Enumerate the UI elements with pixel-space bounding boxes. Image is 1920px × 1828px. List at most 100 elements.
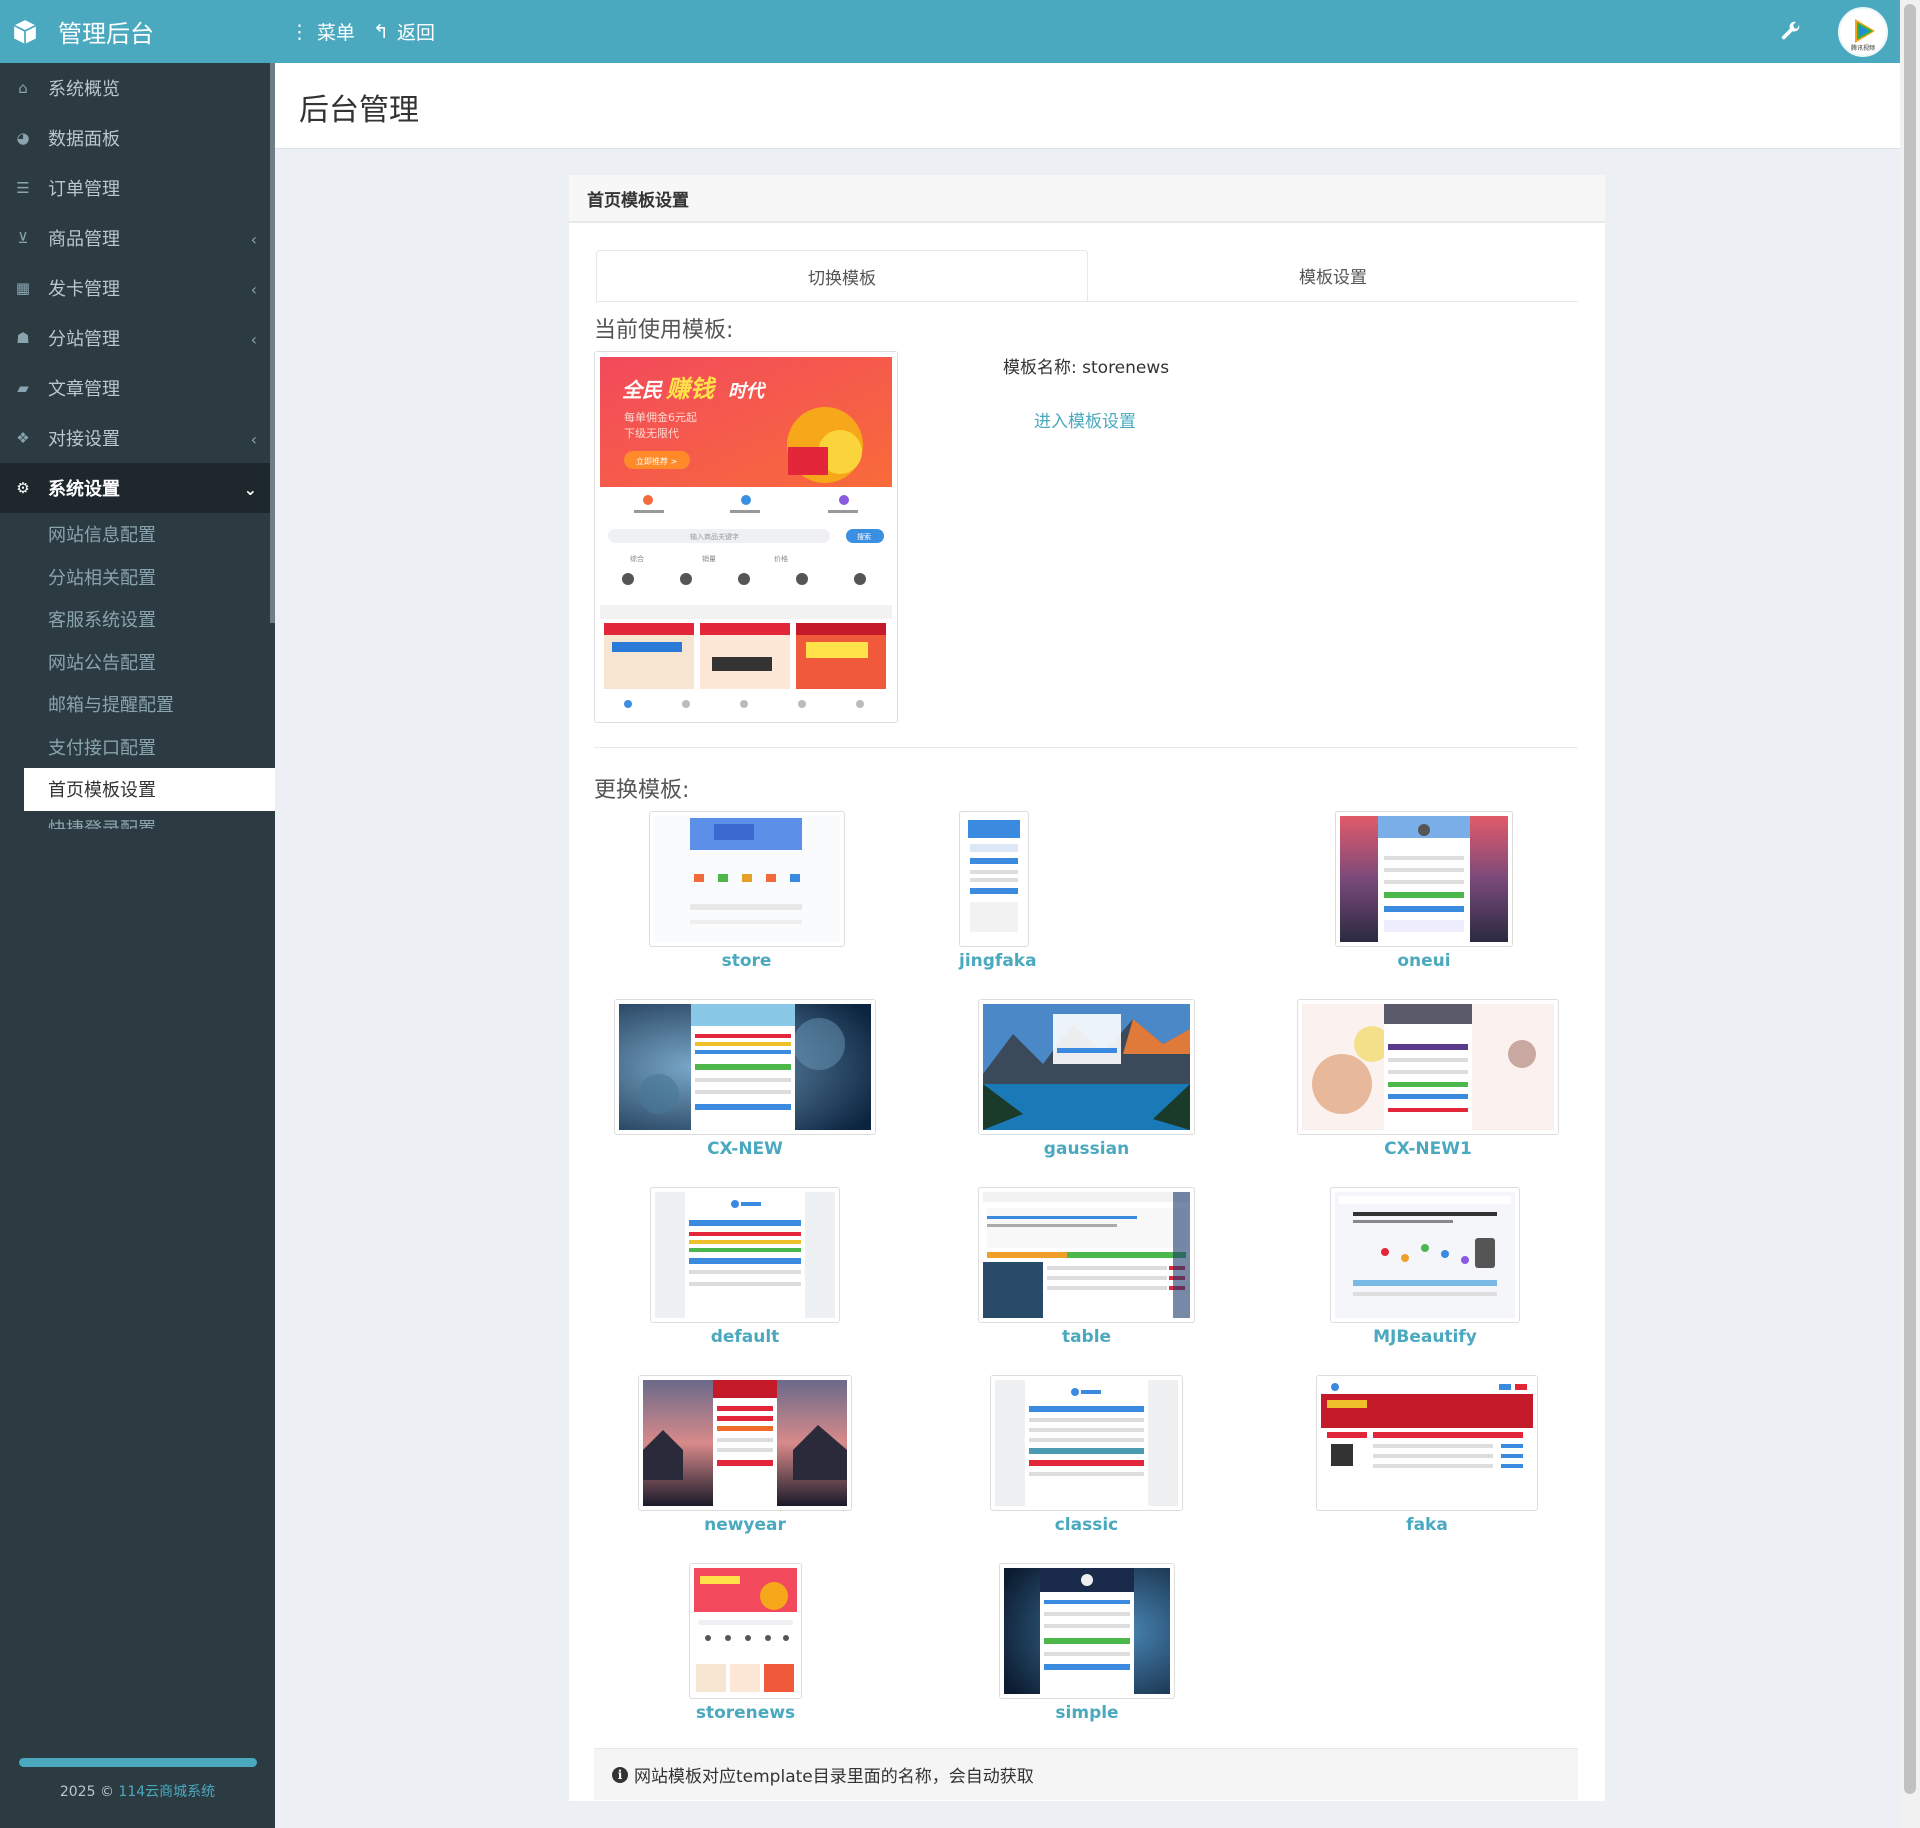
footer-link[interactable]: 114云商城系统: [118, 1784, 215, 1800]
svg-text:每单佣金6元起: 每单佣金6元起: [624, 410, 697, 424]
page-scrollbar[interactable]: [1900, 0, 1920, 1828]
svg-text:立即推荐 >: 立即推荐 >: [636, 456, 677, 466]
chevron-down-icon: ⌄: [243, 480, 257, 499]
back-button[interactable]: ↰ 返回: [373, 18, 435, 45]
template-card-faka[interactable]: faka: [1316, 1375, 1538, 1535]
sidebar-item-integration[interactable]: ❖ 对接设置 ‹: [0, 413, 275, 463]
template-name: table: [1061, 1327, 1112, 1347]
template-card-default[interactable]: default: [650, 1187, 840, 1347]
chevron-left-icon: ‹: [250, 230, 257, 249]
template-name-value: storenews: [1082, 358, 1170, 378]
sidebar-subitem-support[interactable]: 客服系统设置: [24, 598, 275, 641]
template-name: oneui: [1397, 951, 1451, 971]
dashboard-icon: ◕: [16, 129, 30, 147]
sidebar-subitem-announcement[interactable]: 网站公告配置: [24, 640, 275, 683]
enter-template-settings-link[interactable]: 进入模板设置: [1034, 407, 1136, 432]
sidebar-subitem-homepage-template[interactable]: 首页模板设置: [24, 768, 275, 811]
top-navbar: 管理后台 ⋮ 菜单 ↰ 返回 腾讯视频: [0, 0, 1900, 63]
sidebar-item-dashboard[interactable]: ◕ 数据面板: [0, 113, 275, 163]
content-header: 后台管理: [275, 63, 1900, 149]
user-avatar[interactable]: 腾讯视频: [1838, 6, 1888, 57]
sidebar-item-label: 分站管理: [48, 329, 120, 350]
sidebar-item-label: 系统设置: [48, 479, 120, 500]
template-card-jingfaka[interactable]: jingfaka: [959, 811, 1037, 971]
template-card-table[interactable]: table: [978, 1187, 1195, 1347]
template-name: default: [710, 1327, 780, 1347]
sidebar-item-label: 数据面板: [48, 129, 120, 150]
sidebar-footer: 2025 © 114云商城系统: [0, 1758, 275, 1828]
template-name: MJBeautify: [1373, 1327, 1477, 1347]
sidebar-item-orders[interactable]: ☰ 订单管理: [0, 163, 275, 213]
template-name: simple: [1055, 1703, 1119, 1723]
sidebar-subitem-payment[interactable]: 支付接口配置: [24, 725, 275, 768]
template-name: storenews: [695, 1703, 796, 1723]
sidebar-item-cards[interactable]: ▦ 发卡管理 ‹: [0, 263, 275, 313]
sidebar-subitem-site-info[interactable]: 网站信息配置: [24, 513, 275, 556]
template-card-cx-new[interactable]: CX-NEW: [614, 999, 876, 1159]
template-thumbnail: [648, 811, 845, 947]
page-title: 后台管理: [299, 93, 419, 128]
svg-text:下级无限代: 下级无限代: [624, 427, 679, 440]
change-template-title: 更换模板:: [594, 778, 690, 803]
sidebar-item-label: 商品管理: [48, 229, 120, 250]
sidebar-item-products[interactable]: ⊻ 商品管理 ‹: [0, 213, 275, 263]
sidebar-item-label: 订单管理: [48, 179, 120, 200]
template-card-newyear[interactable]: newyear: [638, 1375, 852, 1535]
svg-text:销量: 销量: [702, 554, 716, 563]
template-card-simple[interactable]: simple: [999, 1563, 1175, 1723]
sidebar-subitem-quick-login[interactable]: 快捷登录配置: [24, 810, 275, 829]
vertical-dots-icon: ⋮: [290, 20, 309, 43]
brand[interactable]: 管理后台: [0, 0, 275, 63]
template-name: CX-NEW1: [1384, 1139, 1472, 1159]
grid-icon: ▦: [15, 279, 31, 297]
template-card-classic[interactable]: classic: [990, 1375, 1183, 1535]
current-template-preview[interactable]: 全民 赚钱 时代 每单佣金6元起 下级无限代 立即推荐 > 输入商品关键字 搜索…: [594, 351, 898, 723]
template-thumbnail: [614, 999, 876, 1135]
template-thumbnail: [1316, 1375, 1538, 1511]
svg-text:全民: 全民: [622, 378, 663, 402]
svg-text:赚钱: 赚钱: [665, 375, 717, 403]
svg-text:腾讯视频: 腾讯视频: [1851, 44, 1875, 52]
template-name: faka: [1406, 1515, 1448, 1535]
template-name: newyear: [704, 1515, 786, 1535]
tab-template-settings[interactable]: 模板设置: [1088, 250, 1578, 301]
sidebar-item-substations[interactable]: ☗ 分站管理 ‹: [0, 313, 275, 363]
template-card-mjbeautify[interactable]: MJBeautify: [1330, 1187, 1520, 1347]
sidebar-item-overview[interactable]: ⌂ 系统概览: [0, 63, 275, 113]
template-thumbnail: [978, 999, 1195, 1135]
tab-switch-template[interactable]: 切换模板: [596, 250, 1088, 301]
template-tip: i 网站模板对应template目录里面的名称，会自动获取: [594, 1748, 1578, 1800]
template-card-gaussian[interactable]: gaussian: [978, 999, 1195, 1159]
template-card-cx-new1[interactable]: CX-NEW1: [1297, 999, 1559, 1159]
template-thumbnail: [1330, 1187, 1520, 1323]
divider: [594, 747, 1578, 748]
template-card-storenews[interactable]: storenews: [689, 1563, 802, 1723]
sidebar-subitem-email[interactable]: 邮箱与提醒配置: [24, 683, 275, 726]
template-name-info: 模板名称: storenews: [1003, 353, 1169, 378]
sidebar-item-label: 系统概览: [48, 79, 120, 100]
current-template-title: 当前使用模板:: [594, 318, 734, 343]
menu-toggle-button[interactable]: ⋮ 菜单: [290, 18, 355, 45]
template-thumbnail: [689, 1563, 802, 1699]
reply-arrow-icon: ↰: [373, 20, 389, 43]
template-card-store[interactable]: store: [648, 811, 845, 971]
sidebar-subitem-substation-config[interactable]: 分站相关配置: [24, 555, 275, 598]
template-thumbnail: [1297, 999, 1559, 1135]
template-thumbnail: [959, 811, 1029, 947]
sitemap-icon: ☗: [16, 329, 30, 347]
panel-title: 首页模板设置: [569, 175, 1605, 223]
info-icon: i: [612, 1766, 628, 1783]
cubes-icon: ❖: [16, 429, 30, 447]
svg-text:价格: 价格: [774, 554, 788, 563]
play-logo-icon: 腾讯视频: [1844, 12, 1882, 52]
gear-icon: ⚙: [16, 479, 30, 497]
page-scrollbar-thumb[interactable]: [1904, 4, 1916, 1794]
cart-icon: ⊻: [17, 229, 29, 247]
template-thumbnail: [650, 1187, 840, 1323]
brand-title: 管理后台: [58, 20, 154, 48]
wrench-icon[interactable]: [1779, 20, 1803, 44]
template-thumbnail: [638, 1375, 852, 1511]
sidebar-item-system-settings[interactable]: ⚙ 系统设置 ⌄: [0, 463, 275, 513]
sidebar-item-articles[interactable]: ▰ 文章管理: [0, 363, 275, 413]
template-card-oneui[interactable]: oneui: [1335, 811, 1513, 971]
